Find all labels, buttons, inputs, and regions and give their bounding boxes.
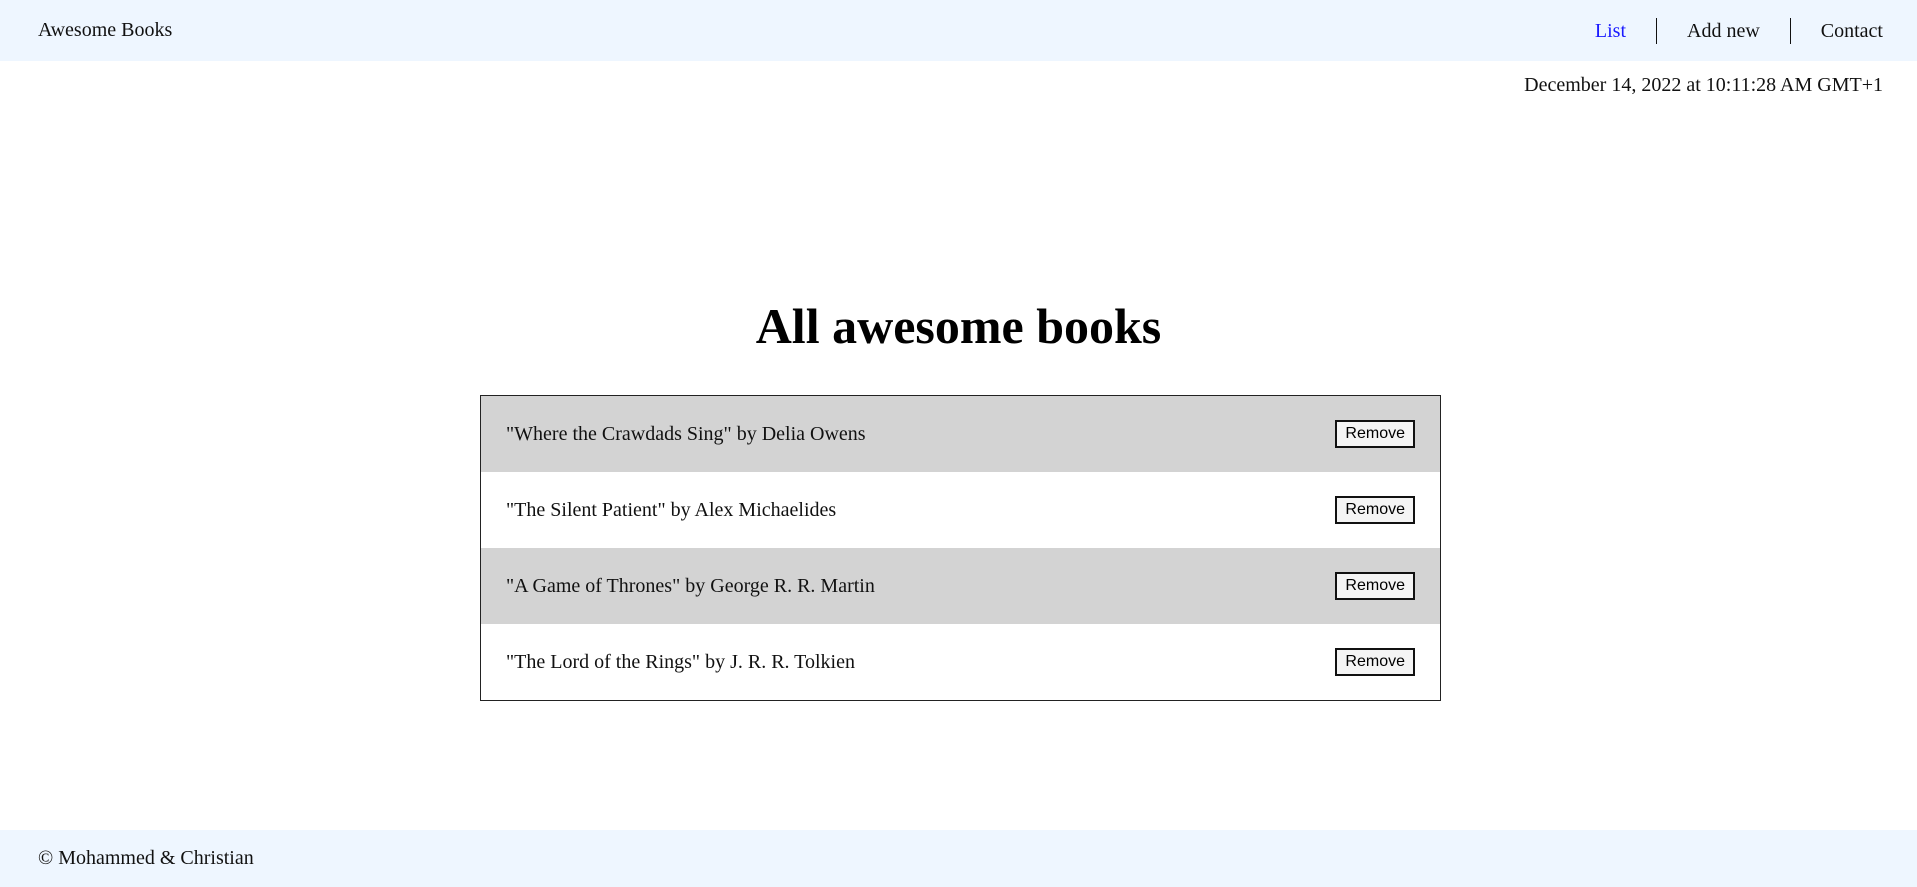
footer: © Mohammed & Christian: [0, 830, 1917, 887]
book-title-author: "The Silent Patient" by Alex Michaelides: [506, 498, 837, 521]
nav-links: List Add new Contact: [1565, 17, 1883, 44]
current-datetime: December 14, 2022 at 10:11:28 AM GMT+1: [1524, 74, 1883, 96]
book-row: "Where the Crawdads Sing" by Delia Owens…: [481, 396, 1440, 472]
book-row: "A Game of Thrones" by George R. R. Mart…: [481, 548, 1440, 624]
book-row: "The Lord of the Rings" by J. R. R. Tolk…: [481, 624, 1440, 700]
book-list: "Where the Crawdads Sing" by Delia Owens…: [480, 395, 1441, 701]
copyright-text: © Mohammed & Christian: [38, 847, 254, 869]
nav-link-list[interactable]: List: [1565, 18, 1656, 44]
book-row: "The Silent Patient" by Alex Michaelides…: [481, 472, 1440, 548]
remove-book-button[interactable]: Remove: [1335, 648, 1415, 676]
remove-book-button[interactable]: Remove: [1335, 420, 1415, 448]
remove-book-button[interactable]: Remove: [1335, 496, 1415, 524]
book-title-author: "Where the Crawdads Sing" by Delia Owens: [506, 422, 866, 445]
nav-link-add-new[interactable]: Add new: [1657, 18, 1790, 44]
page: Awesome Books List Add new Contact Decem…: [0, 0, 1917, 887]
brand-logo-text: Awesome Books: [38, 19, 173, 41]
page-title: All awesome books: [755, 298, 1162, 354]
navbar: Awesome Books List Add new Contact: [0, 0, 1917, 61]
nav-link-contact[interactable]: Contact: [1791, 18, 1883, 44]
remove-book-button[interactable]: Remove: [1335, 572, 1415, 600]
book-title-author: "The Lord of the Rings" by J. R. R. Tolk…: [506, 650, 855, 673]
book-title-author: "A Game of Thrones" by George R. R. Mart…: [506, 574, 875, 597]
